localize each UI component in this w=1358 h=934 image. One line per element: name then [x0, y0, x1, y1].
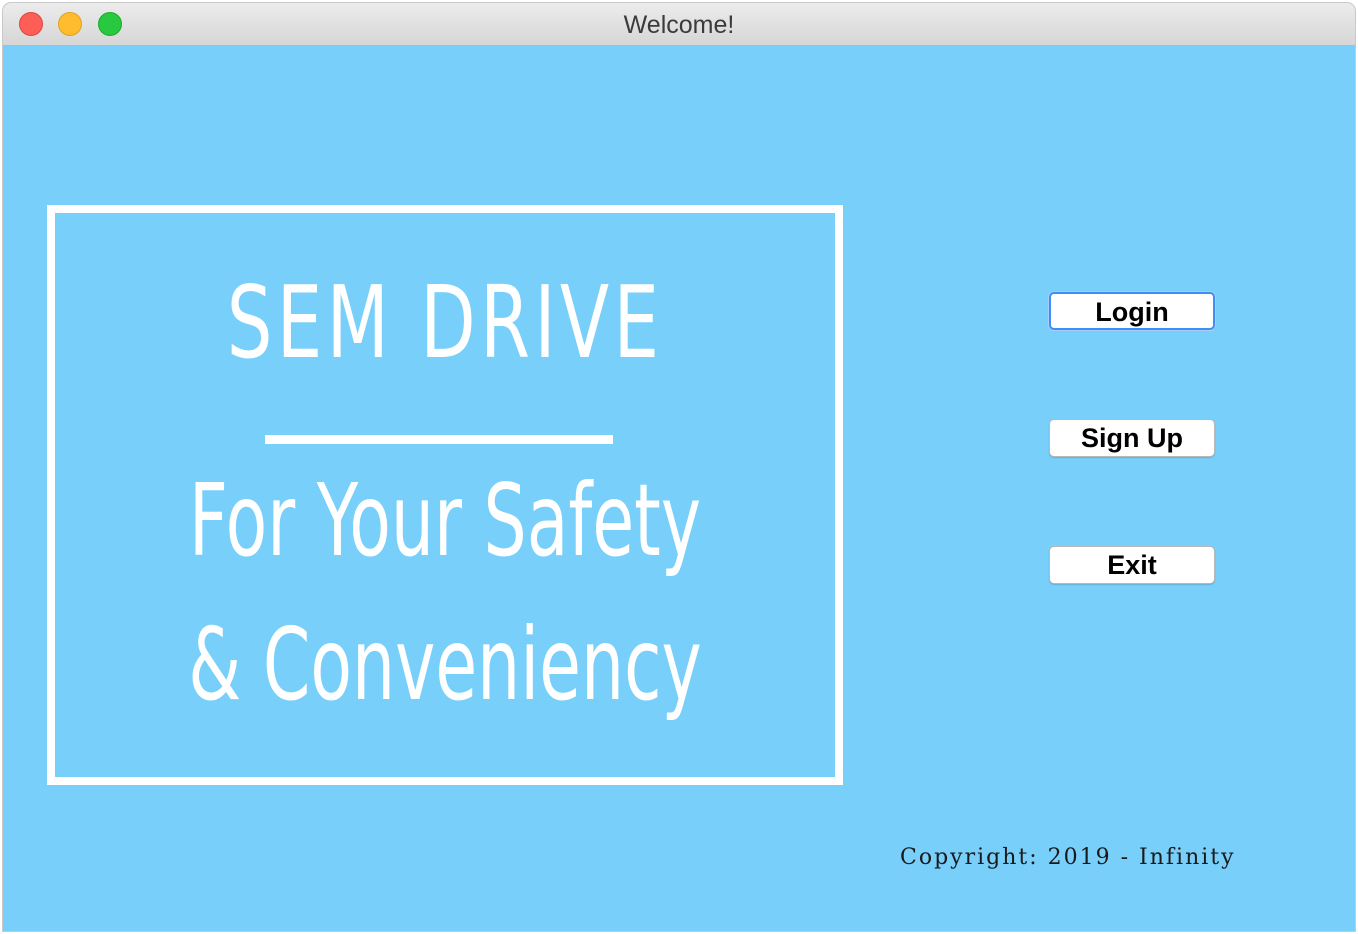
- title-bar[interactable]: Welcome!: [3, 3, 1355, 46]
- exit-button[interactable]: Exit: [1049, 546, 1215, 584]
- app-window: Welcome! SEM DRIVE For Your Safety & Con…: [3, 3, 1355, 931]
- sign-up-button[interactable]: Sign Up: [1049, 419, 1215, 457]
- logo-tagline-line2: & Conveniency: [188, 606, 702, 723]
- login-button[interactable]: Login: [1049, 292, 1215, 330]
- logo-tagline-line1: For Your Safety: [188, 462, 702, 579]
- logo-frame: SEM DRIVE For Your Safety & Conveniency: [47, 205, 843, 785]
- window-title: Welcome!: [623, 11, 735, 39]
- logo-divider: [265, 435, 613, 444]
- logo-title: SEM DRIVE: [226, 264, 664, 381]
- copyright-text: Copyright: 2019 - Infinity: [900, 845, 1236, 870]
